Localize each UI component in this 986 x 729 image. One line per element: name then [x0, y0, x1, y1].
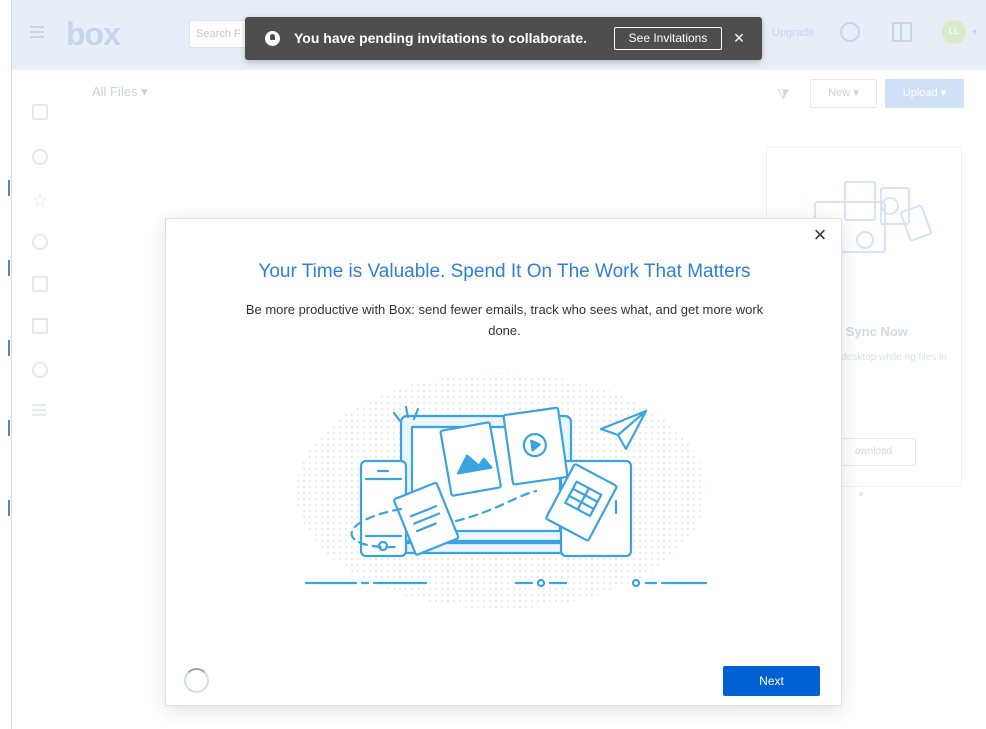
list-icon[interactable] — [32, 404, 48, 420]
breadcrumb[interactable]: All Files ▾ — [92, 84, 148, 100]
trash-icon[interactable] — [32, 276, 48, 292]
productivity-illustration-icon — [296, 373, 708, 609]
edge-marker — [8, 180, 10, 196]
upload-button[interactable]: Upload ▾ — [885, 79, 964, 108]
edge-marker — [8, 340, 10, 356]
folder-icon[interactable] — [32, 104, 48, 120]
user-avatar[interactable]: LL — [942, 20, 966, 44]
help-icon[interactable] — [840, 22, 860, 42]
filter-icon[interactable]: ⧩ — [777, 86, 793, 102]
edge-marker — [8, 500, 10, 516]
next-button[interactable]: Next — [723, 666, 820, 696]
box-app-window: box Search F Upgrade LL ▾ You have pendi… — [0, 0, 986, 729]
modal-title: Your Time is Valuable. Spend It On The W… — [258, 261, 751, 282]
window-left-edge — [0, 0, 12, 729]
pager-dot — [859, 492, 863, 496]
notes-icon[interactable] — [32, 318, 48, 334]
clock-icon[interactable] — [32, 149, 48, 165]
edge-marker — [8, 420, 10, 436]
modal-subtitle: Be more productive with Box: send fewer … — [245, 302, 764, 338]
toast-message: You have pending invitations to collabor… — [294, 30, 587, 46]
close-icon[interactable]: × — [729, 28, 749, 48]
bell-icon — [265, 31, 280, 46]
edge-marker — [8, 260, 10, 276]
menu-icon[interactable] — [30, 26, 44, 38]
see-invitations-button[interactable]: See Invitations — [614, 27, 722, 50]
relay-icon[interactable] — [32, 362, 48, 378]
pending-invitations-toast: You have pending invitations to collabor… — [245, 17, 762, 60]
box-logo[interactable]: box — [66, 16, 121, 53]
upgrade-link[interactable]: Upgrade — [772, 27, 814, 39]
chevron-down-icon[interactable]: ▾ — [972, 27, 977, 38]
close-icon[interactable]: × — [808, 223, 832, 247]
sync-download-button[interactable]: ownload — [831, 438, 916, 466]
loading-spinner-icon — [184, 668, 209, 693]
check-circle-icon[interactable] — [32, 234, 48, 250]
new-button[interactable]: New ▾ — [810, 79, 877, 108]
onboarding-modal: × Your Time is Valuable. Spend It On The… — [165, 218, 842, 706]
side-panel-icon[interactable] — [892, 22, 912, 42]
star-icon[interactable]: ☆ — [32, 191, 48, 209]
